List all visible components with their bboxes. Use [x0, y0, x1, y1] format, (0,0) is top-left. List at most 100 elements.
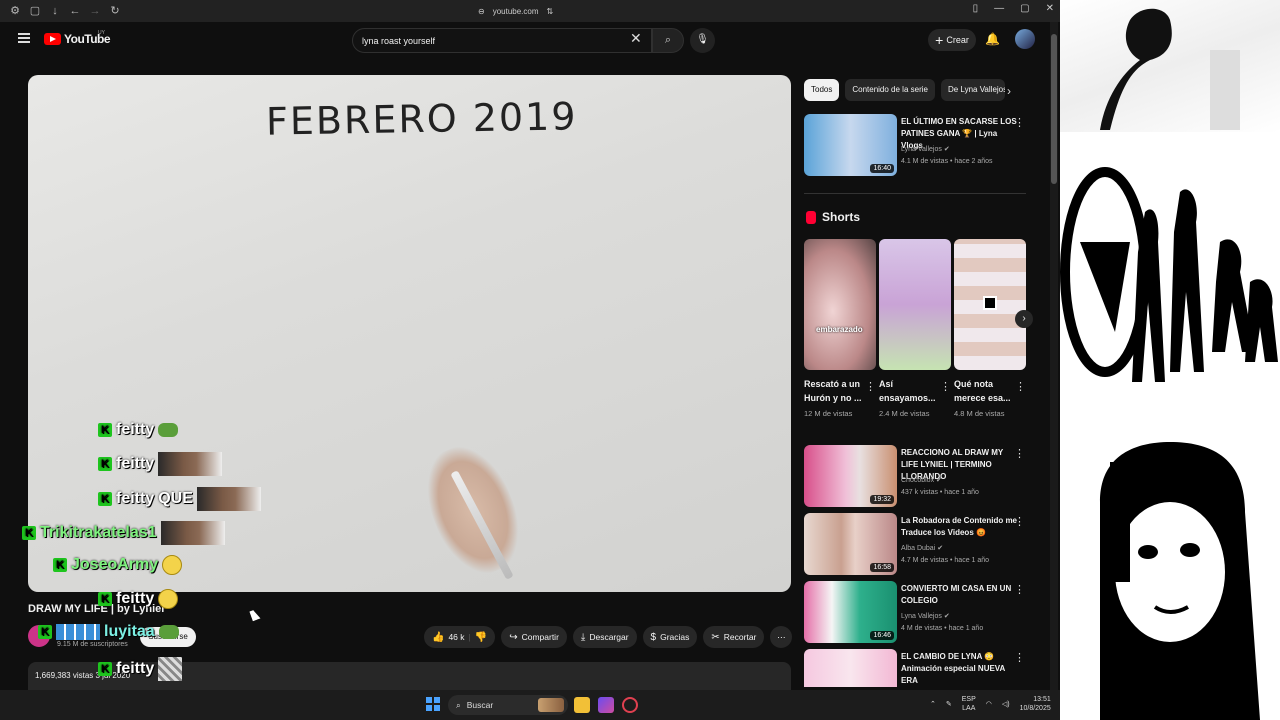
- short-thumbnail[interactable]: [954, 239, 1026, 370]
- search-icon: ⌕: [456, 699, 461, 710]
- page-scrollbar[interactable]: [1050, 22, 1058, 690]
- screen: ⚙ ▢ ↓ ← → ↻ ⊖ youtube.com ⇅ ▯ — ▢ ✕ YouT…: [0, 0, 1280, 720]
- channel-avatar[interactable]: [28, 625, 50, 647]
- back-icon[interactable]: ←: [68, 4, 82, 18]
- views-date: 1,669,383 vistas 3 jul 2020: [35, 671, 131, 680]
- youtube-play-icon: [44, 33, 61, 45]
- rec-title[interactable]: CONVIERTO MI CASA EN UN COLEGIO: [901, 583, 1019, 607]
- thumbs-down-icon[interactable]: 👎: [475, 632, 487, 643]
- wifi-icon[interactable]: ◠: [986, 700, 992, 708]
- taskbar-search[interactable]: ⌕ Buscar: [448, 695, 568, 715]
- subscribe-button[interactable]: Suscribirse: [140, 627, 196, 647]
- account-avatar[interactable]: [1015, 29, 1035, 49]
- list-item[interactable]: 16:58 La Robadora de Contenido me Traduc…: [804, 513, 1029, 575]
- rec-meta: 437 k vistas • hace 1 año: [901, 489, 979, 496]
- download-icon[interactable]: ↓: [48, 4, 62, 18]
- minimize-icon[interactable]: —: [994, 3, 1004, 14]
- app-icon[interactable]: [622, 697, 638, 713]
- like-count: 46 k: [448, 632, 465, 642]
- taskbar: ⌕ Buscar ⌃ ✎ ESP LAA ◠ ◁) 13:51 10/8/202…: [0, 690, 1060, 720]
- more-options-icon[interactable]: ⋮: [1014, 583, 1025, 596]
- short-title[interactable]: Qué nota merece esa...: [954, 377, 1012, 405]
- more-options-icon[interactable]: ⋮: [1014, 515, 1025, 528]
- search-input[interactable]: [362, 35, 622, 46]
- maximize-icon[interactable]: ▢: [1020, 3, 1029, 14]
- notifications-icon[interactable]: 🔔: [985, 32, 1000, 48]
- short-item[interactable]: embarazado Rescató a un Hurón y no ... ⋮…: [804, 239, 876, 418]
- short-thumbnail[interactable]: embarazado: [804, 239, 876, 370]
- video-thumbnail[interactable]: 19:32: [804, 445, 897, 507]
- more-actions-button[interactable]: ⋯: [770, 626, 793, 648]
- address-bar[interactable]: ⊖ youtube.com ⇅: [478, 4, 553, 18]
- volume-icon[interactable]: ◁): [1002, 700, 1010, 708]
- short-thumbnail[interactable]: [879, 239, 951, 370]
- search-highlight-icon: [538, 698, 564, 712]
- browser-settings-icon[interactable]: ⚙: [8, 4, 22, 18]
- shorts-next-button[interactable]: ›: [1015, 310, 1033, 328]
- pen-icon[interactable]: ✎: [946, 700, 952, 708]
- adjust-icon[interactable]: ⇅: [547, 7, 554, 16]
- chevron-up-icon[interactable]: ⌃: [930, 700, 936, 708]
- search-button[interactable]: ⌕: [652, 28, 684, 53]
- file-explorer-icon[interactable]: [574, 697, 590, 713]
- chip-all[interactable]: Todos: [804, 79, 840, 101]
- thanks-button[interactable]: $ Gracias: [642, 626, 698, 648]
- video-player[interactable]: FEBRERO 2019: [28, 75, 791, 592]
- more-options-icon[interactable]: ⋮: [1014, 651, 1025, 664]
- verified-icon: ✔: [937, 545, 944, 552]
- clip-button[interactable]: ✂ Recortar: [703, 626, 765, 648]
- download-button[interactable]: ⤓ Descargar: [572, 626, 637, 648]
- share-button[interactable]: ↪ Compartir: [501, 626, 567, 648]
- whiteboard-text: FEBRERO 2019: [265, 94, 578, 144]
- menu-icon[interactable]: [18, 33, 30, 43]
- more-options-icon[interactable]: ⋮: [1014, 447, 1025, 460]
- more-options-icon[interactable]: ⋮: [1015, 380, 1026, 393]
- shorts-header: Shorts: [806, 210, 860, 224]
- list-item[interactable]: 16:40 EL ÚLTIMO EN SACARSE LOS PATINES G…: [804, 114, 1029, 176]
- duration-badge: 16:40: [870, 164, 894, 173]
- clock[interactable]: 13:51 10/8/2025: [1020, 695, 1051, 713]
- chevron-right-icon[interactable]: ›: [1007, 84, 1011, 98]
- search-box[interactable]: [352, 28, 652, 53]
- description-box[interactable]: 1,669,383 vistas 3 jul 2020: [28, 662, 791, 690]
- mic-icon: 🎙: [696, 34, 709, 45]
- clip-label: Recortar: [723, 632, 757, 642]
- video-thumbnail[interactable]: [804, 649, 897, 687]
- video-thumbnail[interactable]: 16:40: [804, 114, 897, 176]
- forward-icon[interactable]: →: [88, 4, 102, 18]
- like-button[interactable]: 👍 46 k | 👎: [424, 626, 496, 648]
- short-item[interactable]: Así ensayamos... ⋮ 2.4 M de vistas: [879, 239, 951, 418]
- rec-title[interactable]: EL CAMBIO DE LYNA 😳 Animación especial N…: [901, 651, 1019, 687]
- list-item[interactable]: 19:32 REACCIONO AL DRAW MY LIFE LYNIEL |…: [804, 445, 1029, 507]
- rec-meta: 4 M de vistas • hace 1 año: [901, 625, 984, 632]
- short-item[interactable]: Qué nota merece esa... ⋮ 4.8 M de vistas: [954, 239, 1026, 418]
- list-item[interactable]: 16:46 CONVIERTO MI CASA EN UN COLEGIO Ly…: [804, 581, 1029, 643]
- more-options-icon[interactable]: ⋮: [940, 380, 951, 393]
- duration-badge: 16:58: [870, 563, 894, 572]
- chip-series[interactable]: Contenido de la serie: [845, 79, 935, 101]
- short-title[interactable]: Rescató a un Hurón y no ...: [804, 377, 862, 405]
- short-title[interactable]: Así ensayamos...: [879, 377, 937, 405]
- evolution-silhouettes: [1060, 167, 1278, 382]
- video-thumbnail[interactable]: 16:46: [804, 581, 897, 643]
- browser-app-icon[interactable]: [598, 697, 614, 713]
- reload-icon[interactable]: ↻: [108, 4, 122, 18]
- create-button[interactable]: + Crear: [928, 29, 976, 51]
- scrollbar-thumb[interactable]: [1051, 34, 1057, 184]
- rec-meta: 4.7 M de vistas • hace 1 año: [901, 557, 990, 564]
- rec-title[interactable]: La Robadora de Contenido me Traduce los …: [901, 515, 1019, 539]
- clear-search-icon[interactable]: ✕: [630, 31, 642, 45]
- scissors-icon: ✂: [711, 631, 720, 643]
- sidebar-toggle-icon[interactable]: ▯: [973, 3, 979, 14]
- language-indicator[interactable]: ESP LAA: [962, 695, 976, 713]
- start-button[interactable]: [426, 697, 440, 711]
- more-options-icon[interactable]: ⋮: [1014, 116, 1025, 129]
- more-options-icon[interactable]: ⋮: [865, 380, 876, 393]
- list-item[interactable]: EL CAMBIO DE LYNA 😳 Animación especial N…: [804, 649, 1029, 687]
- voice-search-button[interactable]: 🎙: [690, 28, 715, 53]
- video-thumbnail[interactable]: 16:58: [804, 513, 897, 575]
- divider: [804, 193, 1026, 194]
- close-window-icon[interactable]: ✕: [1046, 3, 1054, 14]
- tabs-icon[interactable]: ▢: [28, 4, 42, 18]
- chip-channel[interactable]: De Lyna Vallejos: [940, 79, 1005, 101]
